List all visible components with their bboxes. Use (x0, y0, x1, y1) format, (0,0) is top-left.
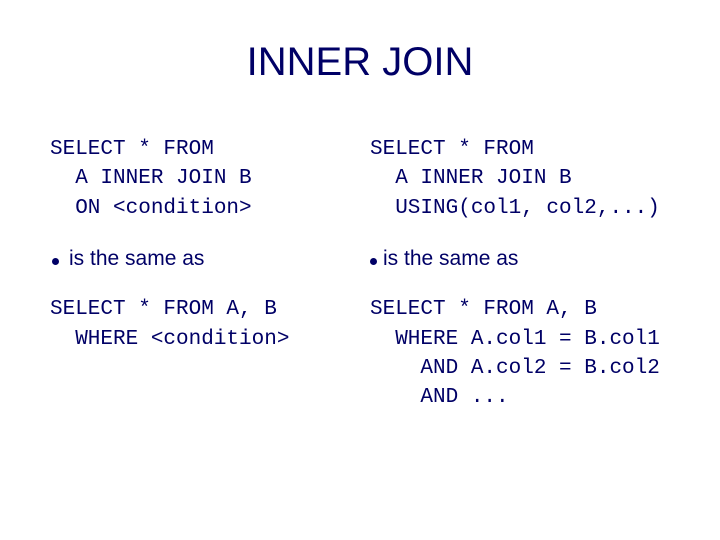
bullet-item: is the same as (50, 247, 350, 271)
slide: INNER JOIN SELECT * FROM A INNER JOIN B … (0, 0, 720, 540)
code-block: SELECT * FROM A INNER JOIN B USING(col1,… (370, 135, 670, 223)
bullet-text: is the same as (383, 247, 518, 271)
code-block: SELECT * FROM A, B WHERE <condition> (50, 295, 350, 354)
slide-title: INNER JOIN (50, 40, 670, 85)
code-block: SELECT * FROM A INNER JOIN B ON <conditi… (50, 135, 350, 223)
code-block: SELECT * FROM A, B WHERE A.col1 = B.col1… (370, 295, 670, 413)
bullet-item: is the same as (370, 247, 670, 271)
columns: SELECT * FROM A INNER JOIN B ON <conditi… (50, 135, 670, 413)
left-column: SELECT * FROM A INNER JOIN B ON <conditi… (50, 135, 350, 413)
bullet-icon (370, 258, 377, 265)
bullet-text: is the same as (69, 247, 204, 271)
bullet-icon (52, 258, 59, 265)
right-column: SELECT * FROM A INNER JOIN B USING(col1,… (370, 135, 670, 413)
